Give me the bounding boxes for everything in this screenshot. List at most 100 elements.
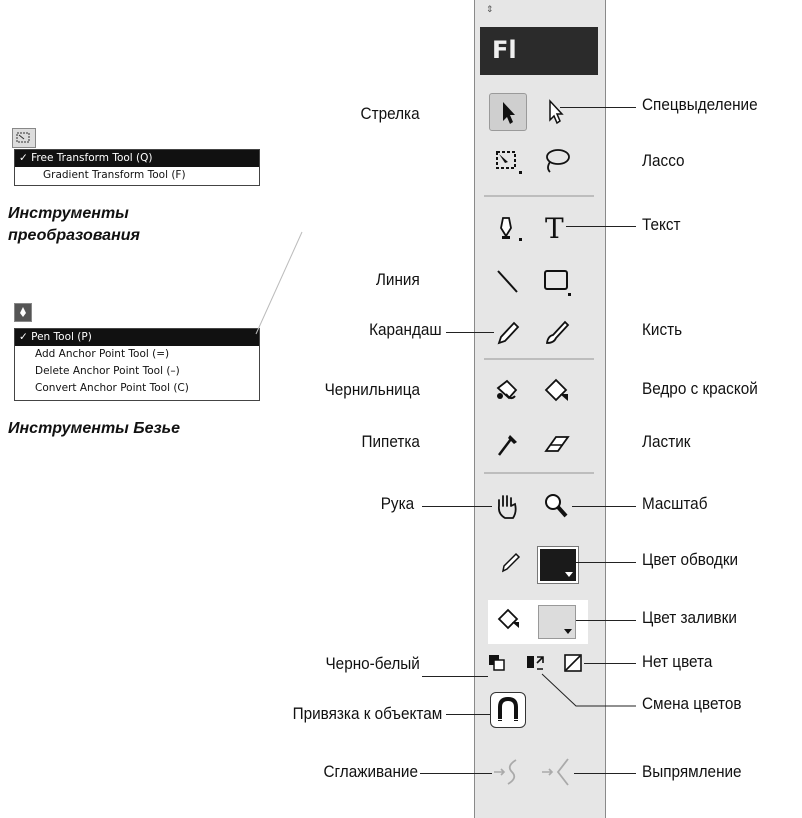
label-eraser: Ластик xyxy=(642,432,691,451)
transform-tools-menu: ✓ Free Transform Tool (Q) Gradient Trans… xyxy=(14,149,260,186)
transform-tools-caption: Инструменты преобразования xyxy=(8,203,140,247)
hand-icon xyxy=(497,495,517,519)
pen-tool[interactable] xyxy=(489,208,525,244)
label-smooth: Сглаживание xyxy=(323,762,418,781)
label-arrow: Стрелка xyxy=(360,104,420,123)
arrow-icon xyxy=(503,102,515,124)
panel-grip[interactable]: ⇕ xyxy=(486,4,494,14)
ink-bottle-tool[interactable] xyxy=(489,372,525,408)
paint-bucket-icon xyxy=(544,378,568,402)
label-line: Линия xyxy=(376,270,420,289)
label-eyedropper: Пипетка xyxy=(361,432,420,451)
menu-item-free-transform[interactable]: ✓ Free Transform Tool (Q) xyxy=(15,150,259,167)
pencil-icon xyxy=(501,552,521,573)
label-zoom: Масштаб xyxy=(642,494,708,513)
rectangle-tool[interactable] xyxy=(538,263,574,299)
swap-colors-button[interactable] xyxy=(524,652,546,674)
label-lasso: Лассо xyxy=(642,151,685,170)
pen-icon xyxy=(500,217,522,241)
menu-item-delete-anchor[interactable]: Delete Anchor Point Tool (–) xyxy=(15,363,259,380)
bezier-tools-caption: Инструменты Безье xyxy=(8,420,181,437)
transform-caption-line1: Инструменты xyxy=(8,205,129,222)
brush-icon xyxy=(545,320,570,344)
eyedropper-icon xyxy=(498,435,517,456)
leader-snap xyxy=(446,714,490,715)
transform-tool-button[interactable] xyxy=(12,128,36,148)
menu-item-add-anchor[interactable]: Add Anchor Point Tool (=) xyxy=(15,346,259,363)
label-paint-bucket: Ведро с краской xyxy=(642,379,758,398)
bezier-tools-menu: ✓ Pen Tool (P) Add Anchor Point Tool (=)… xyxy=(14,328,260,401)
separator xyxy=(484,195,594,197)
selection-tool[interactable] xyxy=(489,93,527,131)
no-color-icon xyxy=(564,654,582,672)
leader-text xyxy=(566,226,636,227)
leader-no-color xyxy=(584,663,636,664)
menu-item-gradient-transform[interactable]: Gradient Transform Tool (F) xyxy=(15,167,259,184)
pen-tool-button[interactable] xyxy=(14,303,32,322)
eyedropper-tool[interactable] xyxy=(489,425,525,461)
leader-hand xyxy=(422,506,492,507)
brush-tool[interactable] xyxy=(538,314,574,350)
straighten-icon xyxy=(542,758,569,786)
dropdown-arrow-icon xyxy=(565,572,573,577)
leader-fill-color xyxy=(576,620,636,621)
menu-item-pen-tool[interactable]: ✓ Pen Tool (P) xyxy=(15,329,259,346)
leader-zoom xyxy=(572,506,636,507)
line-icon xyxy=(497,270,518,293)
pen-icon xyxy=(20,307,26,317)
paint-bucket-tool[interactable] xyxy=(538,372,574,408)
zoom-icon xyxy=(545,494,568,518)
label-swap-colors: Смена цветов xyxy=(642,694,742,713)
pencil-tool[interactable] xyxy=(489,314,525,350)
label-no-color: Нет цвета xyxy=(642,652,713,671)
leader-stroke-color xyxy=(576,562,636,563)
free-transform-icon xyxy=(16,132,30,143)
app-logo: Fl xyxy=(480,27,598,75)
stroke-color-pencil xyxy=(497,547,525,575)
leader-smooth xyxy=(420,773,492,774)
leader-straighten xyxy=(574,773,636,774)
hand-tool[interactable] xyxy=(489,488,525,524)
label-black-white: Черно-белый xyxy=(325,654,420,673)
free-transform-tool[interactable] xyxy=(489,142,525,178)
label-snap: Привязка к объектам xyxy=(292,704,442,723)
magnet-icon xyxy=(498,696,518,721)
lasso-icon xyxy=(546,149,570,173)
smooth-button[interactable] xyxy=(490,754,526,790)
label-pencil: Карандаш xyxy=(369,320,442,339)
eraser-icon xyxy=(544,436,570,452)
transform-caption-line2: преобразования xyxy=(8,227,140,244)
label-hand: Рука xyxy=(380,494,414,513)
fill-color-bucket xyxy=(494,604,524,634)
label-text: Текст xyxy=(642,215,681,234)
black-white-button[interactable] xyxy=(486,652,508,674)
black-white-icon xyxy=(489,655,505,671)
leader-swap-colors xyxy=(541,673,636,707)
dropdown-arrow-icon xyxy=(564,629,572,634)
no-color-button[interactable] xyxy=(562,652,584,674)
label-ink-bottle: Чернильница xyxy=(324,380,420,399)
straighten-button[interactable] xyxy=(540,754,576,790)
smooth-icon xyxy=(494,759,517,785)
label-straighten: Выпрямление xyxy=(642,762,742,781)
menu-item-convert-anchor[interactable]: Convert Anchor Point Tool (C) xyxy=(15,380,259,397)
free-transform-icon xyxy=(496,151,522,174)
eraser-tool[interactable] xyxy=(538,425,574,461)
pencil-icon xyxy=(497,321,520,345)
fill-color-swatch[interactable] xyxy=(538,605,576,639)
subselection-tool[interactable] xyxy=(538,93,574,129)
line-tool[interactable] xyxy=(489,263,525,299)
svg-text:T: T xyxy=(545,212,564,244)
stroke-color-swatch[interactable] xyxy=(537,546,579,584)
ink-bottle-icon xyxy=(496,379,518,400)
connector-line xyxy=(255,231,303,335)
leader-subselect xyxy=(560,107,636,108)
label-stroke-color: Цвет обводки xyxy=(642,550,739,569)
zoom-tool[interactable] xyxy=(538,488,574,524)
snap-to-objects-button[interactable] xyxy=(490,692,526,728)
lasso-tool[interactable] xyxy=(538,142,574,178)
rectangle-icon xyxy=(544,270,571,296)
separator xyxy=(484,472,594,474)
separator xyxy=(484,358,594,360)
swap-colors-icon xyxy=(527,656,544,670)
